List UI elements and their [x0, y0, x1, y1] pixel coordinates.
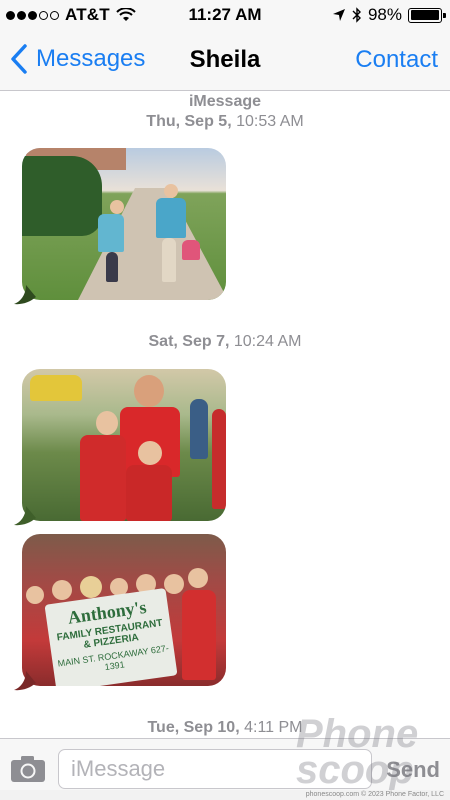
timestamp-day: Tue, Sep 10,	[147, 719, 240, 736]
watermark-logo: Phone scoop	[296, 712, 419, 792]
conversation-transcript[interactable]: iMessage Thu, Sep 5, 10:53 AM Sat, Sep 7…	[0, 91, 450, 738]
location-arrow-icon	[332, 9, 345, 21]
bubble-tail	[14, 506, 36, 526]
restaurant-banner: Anthony's FAMILY RESTAURANT & PIZZERIA M…	[44, 587, 178, 686]
timestamp: Sat, Sep 7, 10:24 AM	[0, 333, 450, 351]
status-bar: AT&T 11:27 AM 98%	[0, 0, 450, 30]
bubble-tail	[14, 671, 36, 691]
battery-percent: 98%	[367, 5, 402, 24]
service-label: iMessage	[188, 93, 262, 110]
timestamp-time: 10:24 AM	[233, 333, 302, 350]
timestamp-day: Sat, Sep 7,	[148, 333, 230, 350]
contact-button[interactable]: Contact	[355, 46, 438, 74]
timestamp-time: 4:11 PM	[244, 719, 303, 736]
timestamp-time: 10:53 AM	[236, 113, 304, 130]
timestamp-day: Thu, Sep 5,	[146, 113, 232, 130]
photo-message[interactable]: Anthony's FAMILY RESTAURANT & PIZZERIA M…	[22, 534, 226, 686]
navigation-bar: Messages Sheila Contact	[0, 30, 450, 91]
photo-message[interactable]	[22, 369, 226, 521]
battery-icon	[408, 7, 446, 23]
watermark-credit: phonescoop.com © 2023 Phone Factor, LLC	[0, 790, 450, 800]
camera-icon[interactable]	[10, 755, 46, 783]
bubble-tail	[14, 285, 36, 305]
timestamp: Thu, Sep 5, 10:53 AM	[0, 113, 450, 131]
status-icons: 98%	[332, 5, 446, 25]
photo-message[interactable]	[22, 148, 226, 300]
bluetooth-icon	[352, 7, 361, 23]
